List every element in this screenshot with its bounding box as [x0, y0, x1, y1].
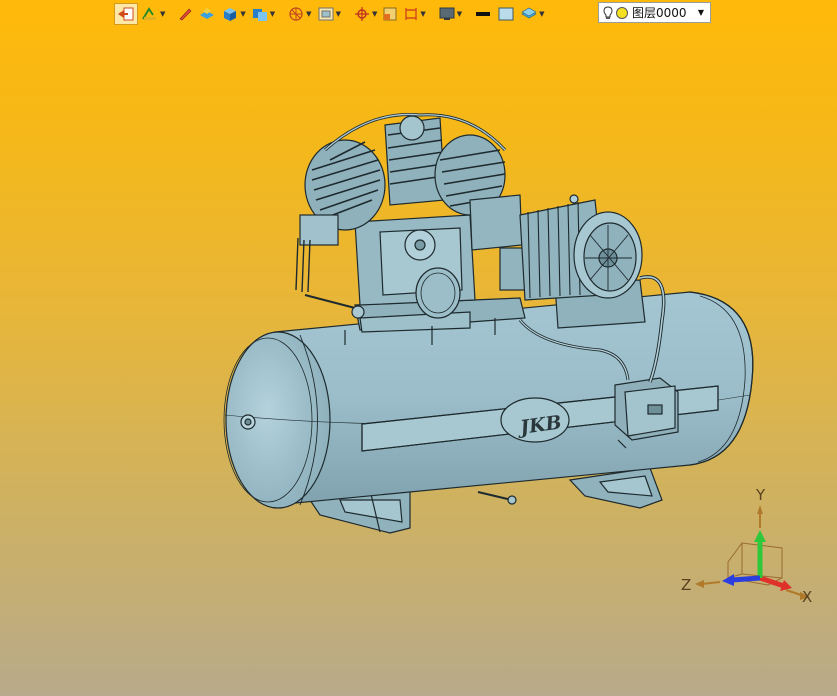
layer-color-icon — [616, 6, 628, 19]
section-icon — [383, 7, 397, 20]
z-axis-arrow — [731, 575, 761, 583]
display-mode-dropdown[interactable]: ▼ — [436, 3, 464, 25]
air-compressor-model[interactable]: JKB — [223, 112, 754, 534]
boolean-dropdown[interactable]: ▼ — [249, 3, 277, 25]
line-color-button[interactable] — [472, 3, 494, 25]
dimension-icon — [405, 7, 418, 20]
intake-filter — [295, 214, 365, 319]
view-triad[interactable]: X Y Z — [681, 486, 812, 606]
3d-viewport[interactable]: JKB X Y Z — [0, 0, 837, 696]
dimension-dropdown[interactable]: ▼ — [401, 3, 427, 25]
belt-guard — [469, 194, 531, 291]
color-swatch-icon — [498, 7, 514, 20]
chevron-down-icon[interactable]: ▼ — [698, 8, 704, 17]
extrude-button[interactable] — [196, 3, 218, 25]
frame-dropdown[interactable]: ▼ — [315, 3, 343, 25]
render-dropdown[interactable]: ▼ — [285, 3, 313, 25]
cylinder-head-center — [384, 115, 446, 206]
z-axis-label: Z — [681, 576, 691, 594]
frame-icon — [318, 7, 334, 20]
top-toolbar: ▼ ▼ ▼ ▼ ▼ ▼ ▼ ▼ ▼ — [114, 0, 547, 27]
layer-name: 图层0000 — [632, 6, 687, 20]
drain-valve — [477, 491, 517, 505]
layers-icon — [521, 7, 537, 18]
solid-box-dropdown[interactable]: ▼ — [219, 3, 247, 25]
section-view-button[interactable] — [380, 3, 400, 25]
pencil-icon — [179, 8, 192, 20]
exit-icon — [118, 7, 134, 20]
layer-select[interactable]: 图层0000 ▼ — [598, 2, 711, 23]
edit-sketch-button[interactable] — [175, 3, 195, 25]
sphere-grid-icon — [289, 6, 303, 21]
crosshair-icon — [354, 6, 369, 21]
line-style-icon — [476, 11, 491, 16]
exit-sketch-button[interactable] — [114, 2, 138, 25]
cube-icon — [224, 7, 237, 21]
monitor-icon — [439, 7, 455, 20]
sketch-icon — [142, 6, 156, 20]
boolean-icon — [252, 8, 267, 21]
layer-manager-dropdown[interactable]: ▼ — [518, 3, 546, 25]
extrude-icon — [200, 7, 215, 19]
sketch-tool-dropdown[interactable]: ▼ — [139, 3, 167, 25]
snap-dropdown[interactable]: ▼ — [351, 3, 379, 25]
lightbulb-icon — [603, 5, 613, 19]
x-axis-label: X — [802, 588, 812, 606]
fill-color-button[interactable] — [495, 3, 517, 25]
y-axis-label: Y — [755, 486, 766, 504]
